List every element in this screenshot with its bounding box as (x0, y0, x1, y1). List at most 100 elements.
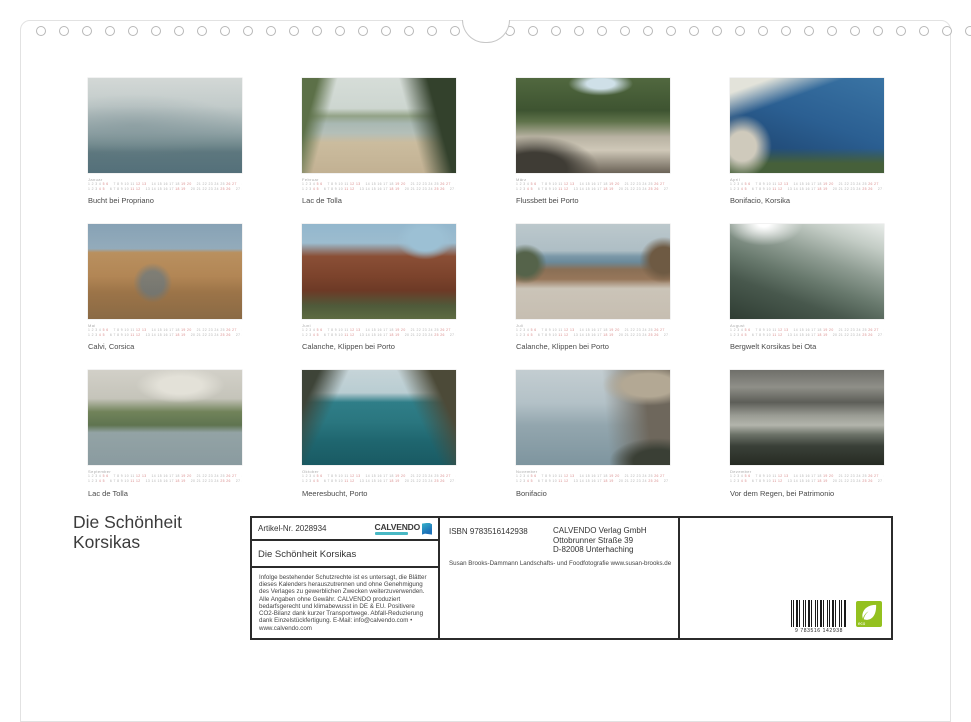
month-caption: Vor dem Regen, bei Patrimonio (730, 489, 884, 498)
month-photo (302, 224, 456, 319)
month-caption: Bucht bei Propriano (88, 196, 242, 205)
mini-calendar-days-row: 1 2 3 4 56 7 8 9 10 11 1213 14 15 16 17 … (302, 187, 456, 192)
binding-hole (689, 26, 699, 36)
info-box: Artikel-Nr. 2028934 CALVENDO Die Schönhe… (250, 516, 893, 640)
barcode: 9 783516 142938 (791, 600, 847, 634)
month-photo (730, 224, 884, 319)
binding-hole (873, 26, 883, 36)
eco-logo: eco (856, 601, 882, 627)
binding-hole (82, 26, 92, 36)
mini-calendar: Juli 1 2 3 4 5 67 8 9 10 11 12 1314 15 1… (516, 323, 670, 337)
barcode-digits: 9 783516 142938 (791, 628, 847, 634)
month-photo (730, 370, 884, 465)
mini-calendar-days-row: 1 2 3 4 56 7 8 9 10 11 1213 14 15 16 17 … (516, 187, 670, 192)
barcode-bars (791, 600, 847, 627)
eco-label: eco (858, 621, 865, 626)
binding-hole (197, 26, 207, 36)
month-cell: August 1 2 3 4 5 67 8 9 10 11 12 1314 15… (730, 224, 884, 351)
month-caption: Lac de Tolla (88, 489, 242, 498)
binding-hole (643, 26, 653, 36)
calvendo-logo: CALVENDO (375, 523, 432, 535)
binding-hole (896, 26, 906, 36)
binding-hole (450, 26, 460, 36)
month-caption: Calanche, Klippen bei Porto (516, 342, 670, 351)
page-title: Die SchönheitKorsikas (73, 512, 182, 552)
binding-hole (942, 26, 952, 36)
binding-hole (804, 26, 814, 36)
mini-calendar: November 1 2 3 4 5 67 8 9 10 11 12 1314 … (516, 469, 670, 483)
month-caption: Bonifacio, Korsika (730, 196, 884, 205)
binding-hole (850, 26, 860, 36)
month-cell: November 1 2 3 4 5 67 8 9 10 11 12 1314 … (516, 370, 670, 497)
month-cell: Mai 1 2 3 4 5 67 8 9 10 11 12 1314 15 16… (88, 224, 242, 351)
binding-hole (289, 26, 299, 36)
binding-hole (781, 26, 791, 36)
month-photo (302, 370, 456, 465)
mini-calendar-days-row: 1 2 3 4 56 7 8 9 10 11 1213 14 15 16 17 … (730, 333, 884, 338)
month-caption: Calvi, Corsica (88, 342, 242, 351)
binding-hole (36, 26, 46, 36)
month-caption: Bonifacio (516, 489, 670, 498)
month-photo (730, 78, 884, 173)
binding-hole (174, 26, 184, 36)
spiral-binding-holes-left (36, 26, 483, 36)
month-cell: April 1 2 3 4 5 67 8 9 10 11 12 1314 15 … (730, 78, 884, 205)
mini-calendar-days-row: 1 2 3 4 56 7 8 9 10 11 1213 14 15 16 17 … (302, 479, 456, 484)
binding-hole (128, 26, 138, 36)
publisher-line: Ottobrunner Straße 39 (553, 536, 647, 546)
month-caption: Flussbett bei Porto (516, 196, 670, 205)
mini-calendar: Januar 1 2 3 4 5 67 8 9 10 11 12 1314 15… (88, 177, 242, 191)
binding-hole (597, 26, 607, 36)
calvendo-logo-wordmark: CALVENDO (375, 523, 420, 531)
page-title-line1: Die Schönheit (73, 512, 182, 532)
isbn: ISBN 9783516142938 (449, 527, 528, 536)
binding-hole (335, 26, 345, 36)
months-grid: Januar 1 2 3 4 5 67 8 9 10 11 12 1314 15… (88, 78, 884, 498)
mini-calendar: Juni 1 2 3 4 5 67 8 9 10 11 12 1314 15 1… (302, 323, 456, 337)
publisher-line: CALVENDO Verlag GmbH (553, 526, 647, 536)
mini-calendar-days-row: 1 2 3 4 56 7 8 9 10 11 1213 14 15 16 17 … (730, 187, 884, 192)
binding-hole (59, 26, 69, 36)
mini-calendar-days-row: 1 2 3 4 56 7 8 9 10 11 1213 14 15 16 17 … (88, 479, 242, 484)
month-caption: Lac de Tolla (302, 196, 456, 205)
photographer-credit: Susan Brooks-Dammann Landschafts- und Fo… (449, 560, 671, 567)
mini-calendar: Dezember 1 2 3 4 5 67 8 9 10 11 12 1314 … (730, 469, 884, 483)
binding-hole (965, 26, 971, 36)
binding-hole (105, 26, 115, 36)
binding-hole (151, 26, 161, 36)
binding-hole (220, 26, 230, 36)
mini-calendar: August 1 2 3 4 5 67 8 9 10 11 12 1314 15… (730, 323, 884, 337)
mini-calendar: Februar 1 2 3 4 5 67 8 9 10 11 12 1314 1… (302, 177, 456, 191)
mini-calendar-days-row: 1 2 3 4 56 7 8 9 10 11 1213 14 15 16 17 … (88, 333, 242, 338)
article-number-row: Artikel-Nr. 2028934 CALVENDO (252, 518, 438, 541)
binding-hole (528, 26, 538, 36)
month-photo (516, 78, 670, 173)
binding-hole (620, 26, 630, 36)
binding-hole (735, 26, 745, 36)
calendar-back-page: { "title": { "line1": "Die Schönheit", "… (0, 0, 971, 700)
mini-calendar: Mai 1 2 3 4 5 67 8 9 10 11 12 1314 15 16… (88, 323, 242, 337)
binding-hole (919, 26, 929, 36)
binding-hole (358, 26, 368, 36)
article-number: Artikel-Nr. 2028934 (258, 524, 326, 533)
month-cell: Dezember 1 2 3 4 5 67 8 9 10 11 12 1314 … (730, 370, 884, 497)
legal-text: Infolge bestehender Schutzrechte ist es … (252, 568, 438, 638)
info-box-left-panel: Artikel-Nr. 2028934 CALVENDO Die Schönhe… (252, 518, 440, 638)
binding-hole (827, 26, 837, 36)
binding-hole (551, 26, 561, 36)
month-photo (88, 78, 242, 173)
month-cell: Februar 1 2 3 4 5 67 8 9 10 11 12 1314 1… (302, 78, 456, 205)
mini-calendar-days-row: 1 2 3 4 56 7 8 9 10 11 1213 14 15 16 17 … (730, 479, 884, 484)
info-box-right-panel: 9 783516 142938 eco (680, 518, 891, 638)
month-cell: September 1 2 3 4 5 67 8 9 10 11 12 1314… (88, 370, 242, 497)
calvendo-logo-tagline (375, 532, 408, 535)
binding-hole (266, 26, 276, 36)
month-photo (302, 78, 456, 173)
mini-calendar: Oktober 1 2 3 4 5 67 8 9 10 11 12 1314 1… (302, 469, 456, 483)
mini-calendar-days-row: 1 2 3 4 56 7 8 9 10 11 1213 14 15 16 17 … (88, 187, 242, 192)
month-photo (88, 224, 242, 319)
month-cell: März 1 2 3 4 5 67 8 9 10 11 12 1314 15 1… (516, 78, 670, 205)
mini-calendar-days-row: 1 2 3 4 56 7 8 9 10 11 1213 14 15 16 17 … (302, 333, 456, 338)
spiral-binding-holes-right (505, 26, 971, 36)
leaf-icon (859, 602, 879, 622)
